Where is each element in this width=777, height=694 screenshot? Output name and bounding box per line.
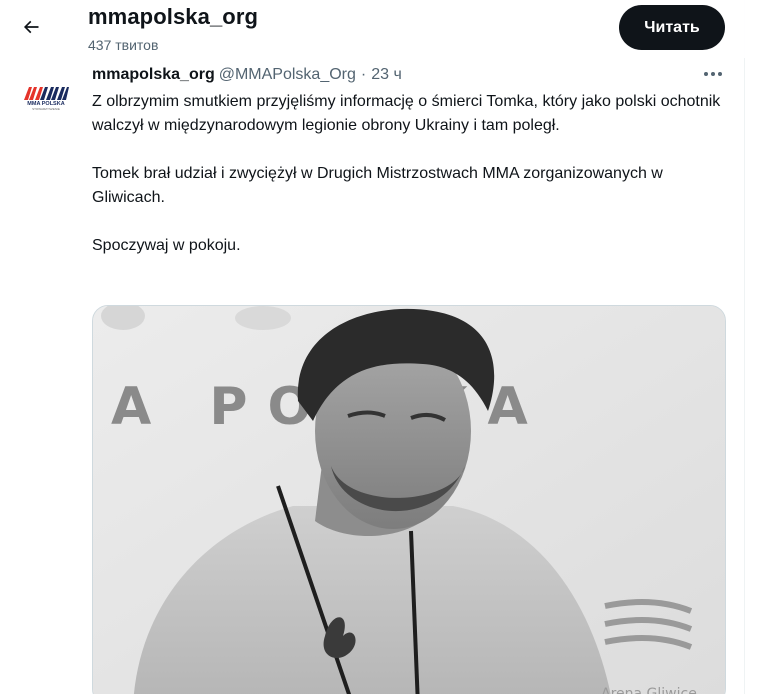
page-title: mmapolska_org xyxy=(88,4,259,29)
avatar-logo-subtext: STOWARZYSZENIE xyxy=(32,107,60,112)
tweet-paragraph: Tomek brał udział i zwyciężył w Drugich … xyxy=(92,165,663,206)
tweet-paragraph: Z olbrzymim smutkiem przyjęliśmy informa… xyxy=(92,93,721,134)
profile-header: mmapolska_org 437 твитов Читать xyxy=(0,0,745,58)
tweet-text: Z olbrzymim smutkiem przyjęliśmy informa… xyxy=(92,90,722,258)
user-handle[interactable]: @MMAPolska_Org xyxy=(219,66,356,84)
timeline-column: mmapolska_org 437 твитов Читать MMA POLS… xyxy=(0,0,745,694)
photo-image: A PO SKA Arena Gliwice xyxy=(93,306,725,694)
tweet-paragraph: Spoczywaj w pokoju. xyxy=(92,237,241,254)
right-pane xyxy=(746,0,777,694)
arrow-left-icon xyxy=(23,20,39,34)
tweet-count: 437 твитов xyxy=(88,37,159,53)
display-name[interactable]: mmapolska_org xyxy=(92,66,215,84)
tweet-time[interactable]: 23 ч xyxy=(371,66,402,84)
avatar[interactable]: MMA POLSKA STOWARZYSZENIE xyxy=(18,70,74,126)
mma-logo-icon xyxy=(24,86,69,100)
follow-button[interactable]: Читать xyxy=(619,5,725,50)
tweet-photo[interactable]: A PO SKA Arena Gliwice xyxy=(92,305,726,694)
meta-separator: · xyxy=(360,66,367,83)
back-button[interactable] xyxy=(14,10,48,44)
arena-text: Arena Gliwice xyxy=(601,686,697,694)
more-horizontal-icon xyxy=(704,72,722,76)
tweet-meta: mmapolska_org @MMAPolska_Org · 23 ч xyxy=(92,65,402,85)
more-options-button[interactable] xyxy=(700,64,726,84)
